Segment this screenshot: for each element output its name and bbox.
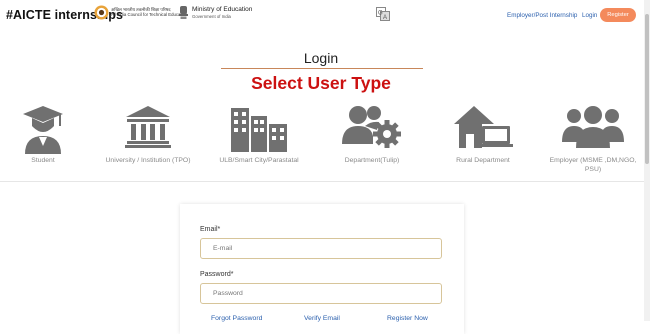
city-buildings-icon bbox=[231, 108, 287, 152]
user-type-label: Student bbox=[31, 157, 55, 164]
user-type-student[interactable]: Student bbox=[0, 104, 93, 165]
student-icon bbox=[23, 106, 63, 154]
aicte-logo-icon[interactable] bbox=[94, 5, 109, 20]
title-divider bbox=[221, 68, 423, 69]
aicte-logo-line-english: All India Council for Technical Educatio… bbox=[111, 12, 188, 18]
moe-subtitle: Government of India bbox=[192, 14, 231, 19]
password-label: Password* bbox=[200, 271, 234, 278]
user-type-label: ULB/Smart City/Parastatal bbox=[219, 157, 299, 164]
department-users-gear-icon bbox=[342, 106, 401, 148]
password-field[interactable] bbox=[200, 283, 442, 304]
user-type-university[interactable]: University / Institution (TPO) bbox=[98, 104, 198, 165]
register-button[interactable]: Register bbox=[600, 8, 636, 22]
employer-post-internship-link[interactable]: Employer/Post Internship bbox=[507, 12, 577, 19]
select-user-type-heading: Select User Type bbox=[251, 73, 391, 93]
top-header: #AICTE internships अखिल भारतीय तकनीकी शि… bbox=[0, 0, 650, 34]
user-type-label: Rural Department bbox=[456, 157, 510, 164]
user-type-employer[interactable]: Employer (MSME ,DM,NGO, PSU) bbox=[543, 104, 643, 174]
government-emblem-icon bbox=[179, 6, 188, 19]
login-heading: Login bbox=[303, 50, 339, 66]
user-type-label: Department(Tulip) bbox=[344, 157, 400, 164]
email-field[interactable] bbox=[200, 238, 442, 259]
moe-logo-text: Ministry of Education Government of Indi… bbox=[192, 6, 252, 20]
email-label: Email* bbox=[200, 226, 221, 233]
vertical-scrollbar[interactable] bbox=[644, 0, 650, 321]
user-type-rural-department[interactable]: Rural Department bbox=[433, 104, 533, 165]
moe-title: Ministry of Education bbox=[192, 6, 253, 13]
svg-text:A: A bbox=[383, 15, 387, 21]
university-icon bbox=[125, 106, 171, 148]
employer-group-icon bbox=[562, 106, 624, 148]
translate-icon[interactable]: G A bbox=[376, 7, 390, 21]
section-divider bbox=[0, 181, 644, 182]
user-type-label: University / Institution (TPO) bbox=[105, 157, 191, 164]
user-type-ulb-smart-city[interactable]: ULB/Smart City/Parastatal bbox=[209, 104, 309, 165]
user-type-label: Employer (MSME ,DM,NGO, PSU) bbox=[549, 157, 637, 173]
user-type-department-tulip[interactable]: Department(Tulip) bbox=[322, 104, 422, 165]
login-link[interactable]: Login bbox=[582, 12, 597, 19]
scrollbar-thumb[interactable] bbox=[645, 14, 649, 164]
rural-house-icon bbox=[454, 106, 513, 148]
aicte-logo-text: अखिल भारतीय तकनीकी शिक्षा परिषद All Indi… bbox=[111, 7, 187, 17]
